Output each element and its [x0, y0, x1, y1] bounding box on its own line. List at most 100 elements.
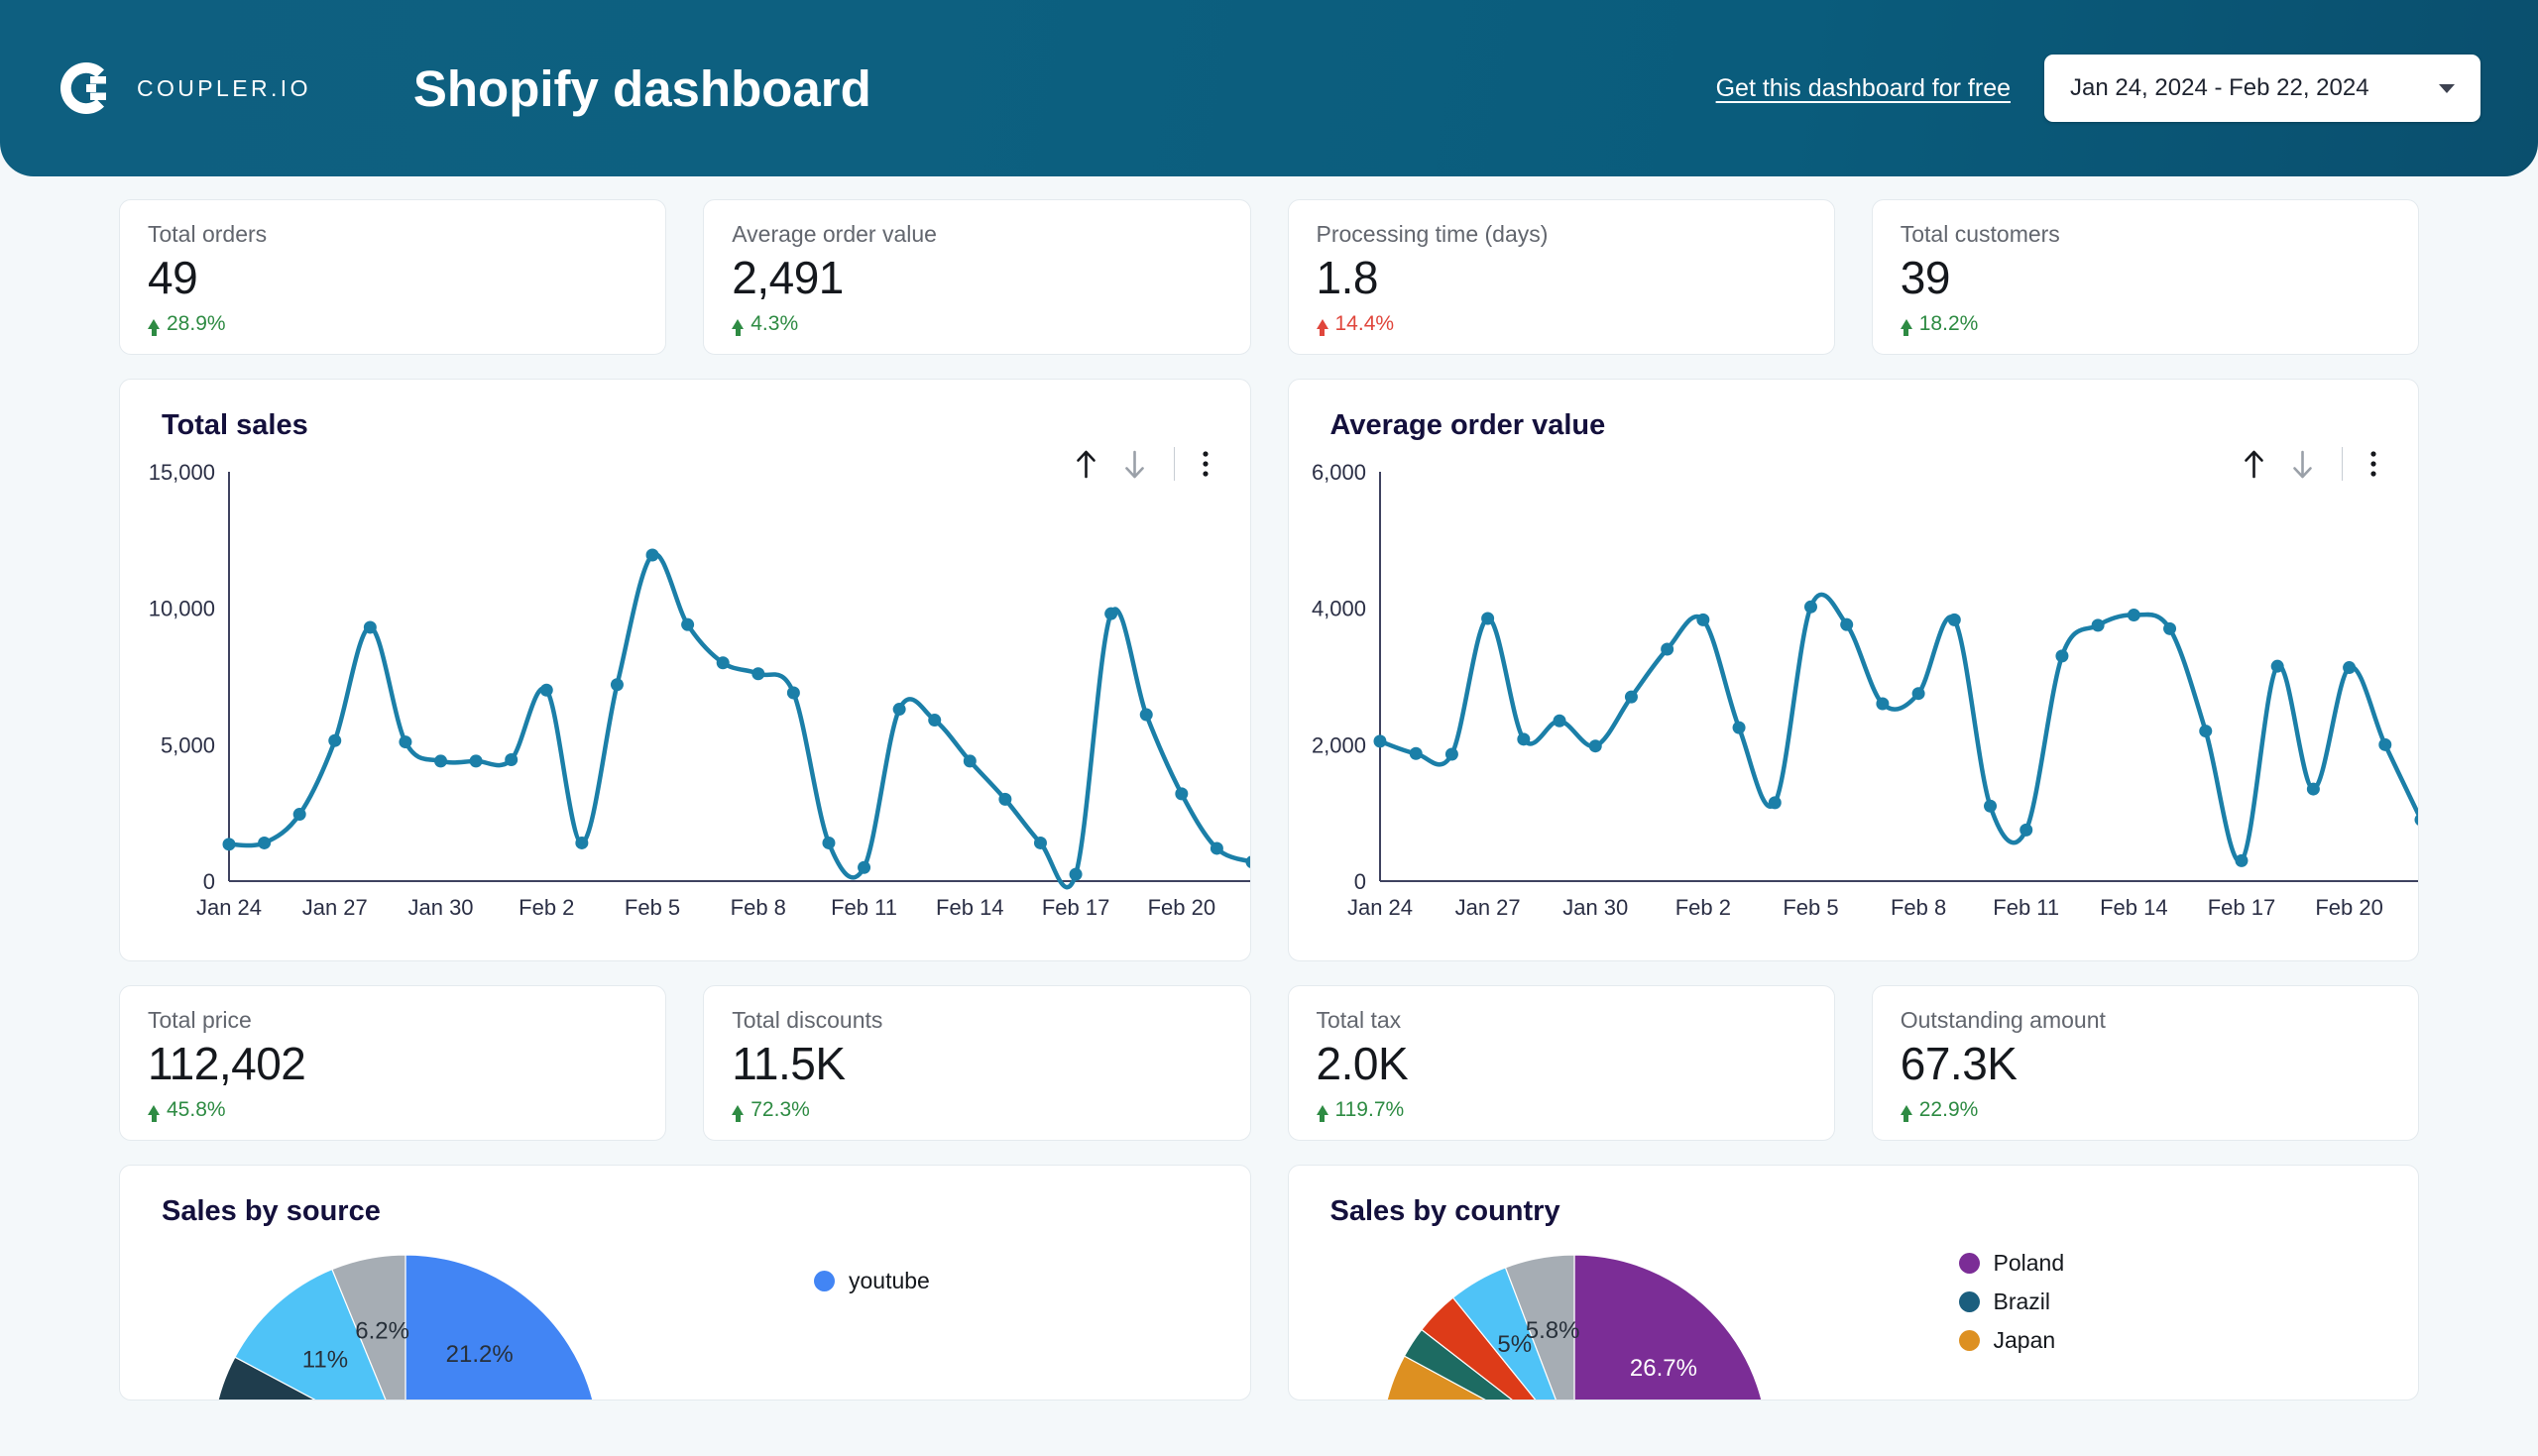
kpi-card[interactable]: Average order value 2,491 4.3%	[703, 199, 1251, 355]
kpi-delta: 4.3%	[732, 312, 1221, 336]
svg-text:10,000: 10,000	[149, 597, 215, 621]
kpi-card[interactable]: Outstanding amount 67.3K 22.9%	[1871, 985, 2419, 1141]
kpi-label: Total customers	[1900, 221, 2060, 247]
brand: COUPLER.IO	[58, 59, 311, 117]
arrow-up-icon	[732, 318, 745, 336]
panel-sales-by-source: Sales by source 21.2% 11% 6.2% youtube	[119, 1165, 1251, 1400]
svg-text:Jan 24: Jan 24	[1346, 895, 1412, 920]
kpi-card[interactable]: Total discounts 11.5K 72.3%	[703, 985, 1251, 1141]
svg-text:4,000: 4,000	[1311, 597, 1365, 621]
kpi-value: 2.0K	[1316, 1038, 1409, 1090]
kpi-label: Average order value	[732, 221, 937, 247]
svg-text:11%: 11%	[302, 1346, 348, 1373]
kpi-delta-value: 119.7%	[1334, 1098, 1405, 1122]
panel-total-sales: Total sales 0 5,000 10,000 15,000 Jan 24 Jan …	[119, 379, 1251, 961]
legend-color-swatch	[814, 1271, 835, 1291]
kpi-row-bottom: Total price 112,402 45.8% Total discount…	[119, 985, 2419, 1141]
legend-sales-by-source: youtube	[814, 1268, 930, 1294]
legend-label: youtube	[849, 1268, 930, 1293]
legend-item[interactable]: youtube	[814, 1268, 930, 1294]
legend-item[interactable]: Japan	[1958, 1327, 2065, 1354]
kpi-card[interactable]: Total tax 2.0K 119.7%	[1287, 985, 1835, 1141]
arrow-up-icon	[1900, 318, 1912, 336]
pie-chart-row: Sales by source 21.2% 11% 6.2% youtube Sal…	[119, 1165, 2419, 1400]
svg-text:0: 0	[1353, 869, 1365, 894]
get-dashboard-link[interactable]: Get this dashboard for free	[1716, 74, 2011, 103]
svg-text:Feb 20: Feb 20	[1148, 895, 1216, 920]
kpi-delta-value: 4.3%	[750, 312, 799, 336]
kpi-label: Total discounts	[732, 1007, 883, 1033]
pie-sales-by-source[interactable]: 21.2% 11% 6.2%	[207, 1250, 604, 1400]
header-actions: Get this dashboard for free Jan 24, 2024…	[1716, 55, 2480, 122]
coupler-logo-icon	[58, 59, 115, 117]
kpi-delta: 18.2%	[1900, 312, 2390, 336]
svg-text:Feb 2: Feb 2	[1674, 895, 1730, 920]
svg-text:Feb 14: Feb 14	[936, 895, 1004, 920]
panel-title: Sales by source	[162, 1195, 381, 1227]
arrow-up-icon	[1900, 1104, 1912, 1122]
legend-item[interactable]: Brazil	[1958, 1288, 2065, 1315]
svg-text:6,000: 6,000	[1311, 460, 1365, 485]
kpi-delta-value: 72.3%	[750, 1098, 810, 1122]
panel-average-order-value: Average order value 0 2,000 4,000 6,000 Jan …	[1287, 379, 2419, 961]
legend-item[interactable]: Poland	[1958, 1250, 2064, 1277]
svg-text:Feb 17: Feb 17	[2207, 895, 2275, 920]
kpi-delta-value: 28.9%	[167, 312, 226, 336]
svg-text:Feb 14: Feb 14	[2100, 895, 2168, 920]
svg-text:Feb 8: Feb 8	[1890, 895, 1945, 920]
date-range-picker[interactable]: Jan 24, 2024 - Feb 22, 2024	[2044, 55, 2480, 122]
chart-total-sales[interactable]: 0 5,000 10,000 15,000 Jan 24 Jan 27 Jan 30 Feb …	[120, 442, 1250, 929]
kpi-value: 49	[148, 252, 198, 304]
panel-title: Total sales	[162, 409, 308, 441]
svg-text:26.7%: 26.7%	[1629, 1355, 1696, 1382]
panel-title: Average order value	[1329, 409, 1606, 441]
svg-text:Jan 27: Jan 27	[302, 895, 368, 920]
svg-text:Jan 30: Jan 30	[407, 895, 473, 920]
kpi-value: 1.8	[1316, 252, 1379, 304]
chart-sales-by-source[interactable]: 21.2% 11% 6.2% youtube	[120, 1228, 1250, 1400]
pie-sales-by-country[interactable]: 26.7% 5% 5.8%	[1376, 1250, 1773, 1400]
kpi-label: Total price	[148, 1007, 252, 1033]
kpi-card[interactable]: Total price 112,402 45.8%	[119, 985, 667, 1141]
svg-text:Feb 11: Feb 11	[831, 895, 897, 920]
legend-label: Brazil	[1993, 1288, 2051, 1314]
kpi-value: 39	[1900, 252, 1951, 304]
svg-text:Jan 27: Jan 27	[1454, 895, 1520, 920]
kpi-label: Outstanding amount	[1900, 1007, 2106, 1033]
kpi-card[interactable]: Total customers 39 18.2%	[1871, 199, 2419, 355]
chevron-down-icon	[2439, 83, 2455, 93]
svg-text:15,000: 15,000	[149, 460, 215, 485]
kpi-delta: 45.8%	[148, 1098, 637, 1122]
kpi-value: 112,402	[148, 1038, 306, 1090]
svg-text:Feb 8: Feb 8	[731, 895, 786, 920]
arrow-up-icon	[1316, 318, 1328, 336]
arrow-up-icon	[148, 1104, 160, 1122]
svg-text:2,000: 2,000	[1311, 732, 1365, 757]
svg-text:21.2%: 21.2%	[446, 1341, 514, 1368]
line-chart-row: Total sales 0 5,000 10,000 15,000 Jan 24 Jan …	[119, 379, 2419, 961]
legend-sales-by-country: Poland Brazil Japan	[1958, 1250, 2065, 1354]
svg-text:5,000: 5,000	[161, 732, 215, 757]
svg-text:Feb 2: Feb 2	[519, 895, 574, 920]
kpi-delta-value: 22.9%	[1918, 1098, 1979, 1122]
chart-sales-by-country[interactable]: 26.7% 5% 5.8% Poland Brazil Japan	[1289, 1228, 2419, 1400]
svg-text:6.2%: 6.2%	[355, 1317, 409, 1344]
kpi-card[interactable]: Processing time (days) 1.8 14.4%	[1287, 199, 1835, 355]
svg-text:Feb 17: Feb 17	[1042, 895, 1110, 920]
kpi-delta: 22.9%	[1900, 1098, 2390, 1122]
kpi-card[interactable]: Total orders 49 28.9%	[119, 199, 667, 355]
arrow-up-icon	[1316, 1104, 1328, 1122]
kpi-value: 2,491	[732, 252, 844, 304]
kpi-row-top: Total orders 49 28.9% Average order valu…	[119, 199, 2419, 355]
kpi-delta: 14.4%	[1316, 313, 1806, 336]
arrow-up-icon	[732, 1104, 745, 1122]
kpi-delta-value: 45.8%	[167, 1098, 226, 1122]
kpi-delta: 28.9%	[148, 312, 637, 336]
brand-wordmark: COUPLER.IO	[137, 74, 311, 101]
panel-title: Sales by country	[1329, 1195, 1560, 1227]
legend-label: Japan	[1993, 1327, 2056, 1353]
chart-average-order-value[interactable]: 0 2,000 4,000 6,000 Jan 24 Jan 27 Jan 30 Feb 2 F…	[1289, 442, 2419, 929]
kpi-label: Processing time (days)	[1316, 221, 1549, 247]
kpi-delta-value: 18.2%	[1918, 312, 1979, 336]
svg-text:0: 0	[203, 869, 215, 894]
